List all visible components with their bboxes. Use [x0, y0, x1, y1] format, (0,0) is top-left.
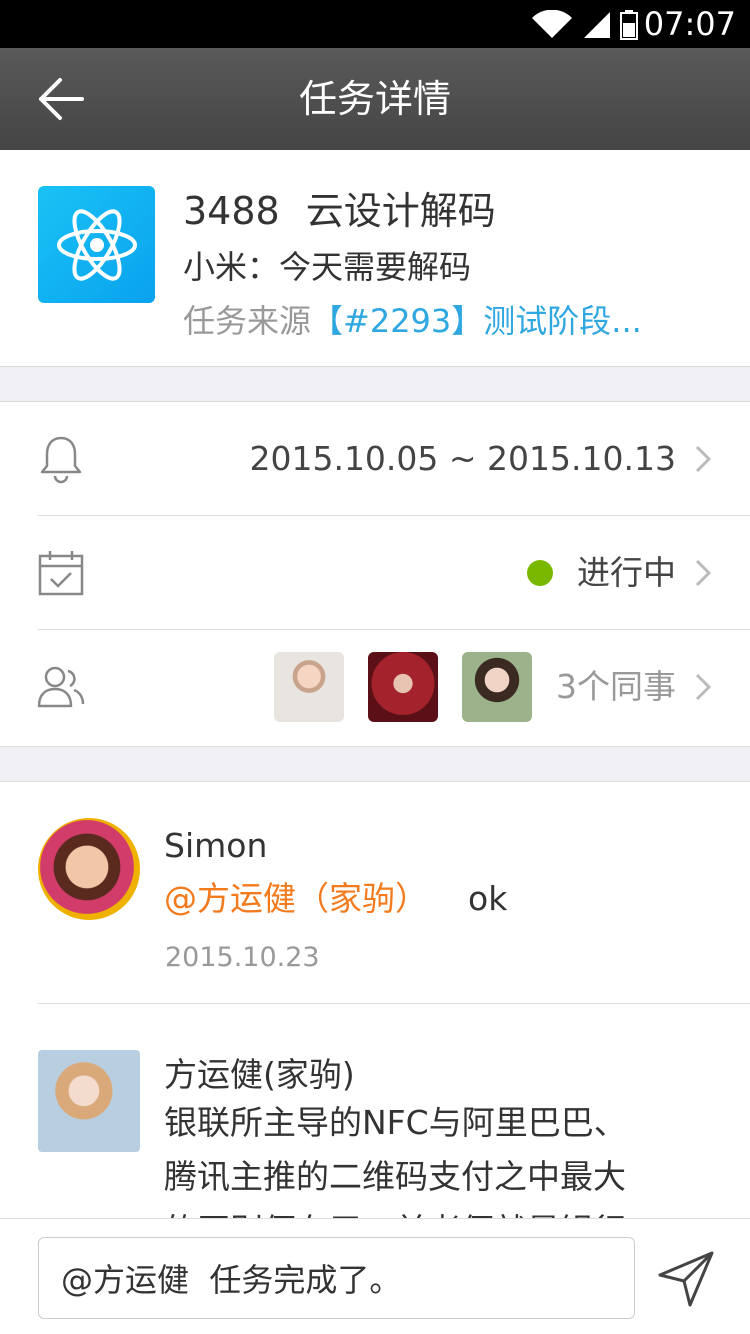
wifi-icon — [532, 10, 572, 38]
people-icon — [37, 666, 85, 708]
task-title: 3488 云设计解码 — [183, 180, 496, 235]
section-gap — [0, 366, 750, 402]
comment-body: @方运健（家驹） ok — [164, 872, 507, 926]
task-header: 3488 云设计解码 小米：今天需要解码 任务来源【#2293】测试阶段... — [0, 150, 750, 366]
task-subtitle: 小米：今天需要解码 — [183, 248, 472, 286]
send-icon[interactable] — [656, 1249, 716, 1309]
avatar[interactable] — [274, 652, 344, 722]
status-bar: 07:07 — [0, 0, 750, 48]
input-bar — [0, 1218, 750, 1334]
status-icons — [530, 10, 638, 40]
comment-line: 的区别便在于，前者便就是银行 — [164, 1204, 626, 1218]
comment-line: 银联所主导的NFC与阿里巴巴、 — [164, 1103, 627, 1142]
status-time: 07:07 — [643, 5, 736, 43]
date-range: 2015.10.05 ~ 2015.10.13 — [249, 439, 676, 478]
status-value: 进行中 — [527, 516, 676, 630]
signal-icon — [584, 12, 610, 38]
colleague-count: 3个同事 — [556, 667, 676, 706]
colleagues-value: 3个同事 — [274, 630, 676, 744]
avatar[interactable] — [38, 1050, 140, 1152]
mention-link[interactable]: @方运健（家驹） — [164, 879, 428, 918]
task-name: 云设计解码 — [305, 189, 496, 233]
status-row[interactable]: 进行中 — [0, 516, 750, 630]
status-text: 进行中 — [577, 553, 676, 592]
colleagues-row[interactable]: 3个同事 — [0, 630, 750, 744]
comment-item: 方运健(家驹) 银联所主导的NFC与阿里巴巴、 腾讯主推的二维码支付之中最大 的… — [0, 1004, 750, 1218]
comment-author: Simon — [164, 826, 268, 865]
message-input[interactable] — [38, 1237, 635, 1319]
comment-date: 2015.10.23 — [165, 942, 320, 973]
nav-bar: 任务详情 — [0, 48, 750, 150]
comment-line: 腾讯主推的二维码支付之中最大 — [164, 1157, 626, 1196]
task-number: 3488 — [183, 189, 280, 233]
chevron-right-icon — [695, 445, 712, 473]
comment-author: 方运健(家驹) — [164, 1055, 355, 1094]
bell-icon — [40, 436, 82, 484]
chevron-right-icon — [695, 559, 712, 587]
avatar[interactable] — [368, 652, 438, 722]
status-dot — [527, 560, 553, 586]
task-source: 任务来源【#2293】测试阶段... — [183, 296, 642, 342]
task-source-link[interactable]: 【#2293】测试阶段... — [311, 302, 642, 340]
comment-text: ok — [468, 879, 508, 918]
chevron-right-icon — [695, 673, 712, 701]
atom-app-icon — [38, 186, 155, 303]
avatar[interactable] — [462, 652, 532, 722]
avatar[interactable] — [38, 818, 140, 920]
atom-icon — [56, 208, 137, 281]
section-gap — [0, 746, 750, 782]
comment-item: Simon @方运健（家驹） ok 2015.10.23 — [0, 782, 750, 1004]
calendar-check-icon — [38, 551, 84, 596]
page-title: 任务详情 — [298, 77, 451, 121]
date-range-row[interactable]: 2015.10.05 ~ 2015.10.13 — [0, 402, 750, 516]
info-list: 2015.10.05 ~ 2015.10.13 进行中 3个同事 — [0, 402, 750, 746]
task-source-label: 任务来源 — [183, 302, 312, 340]
comment-list: Simon @方运健（家驹） ok 2015.10.23 方运健(家驹) 银联所主… — [0, 782, 750, 1218]
colleague-avatars — [274, 652, 532, 722]
battery-icon — [620, 10, 638, 40]
